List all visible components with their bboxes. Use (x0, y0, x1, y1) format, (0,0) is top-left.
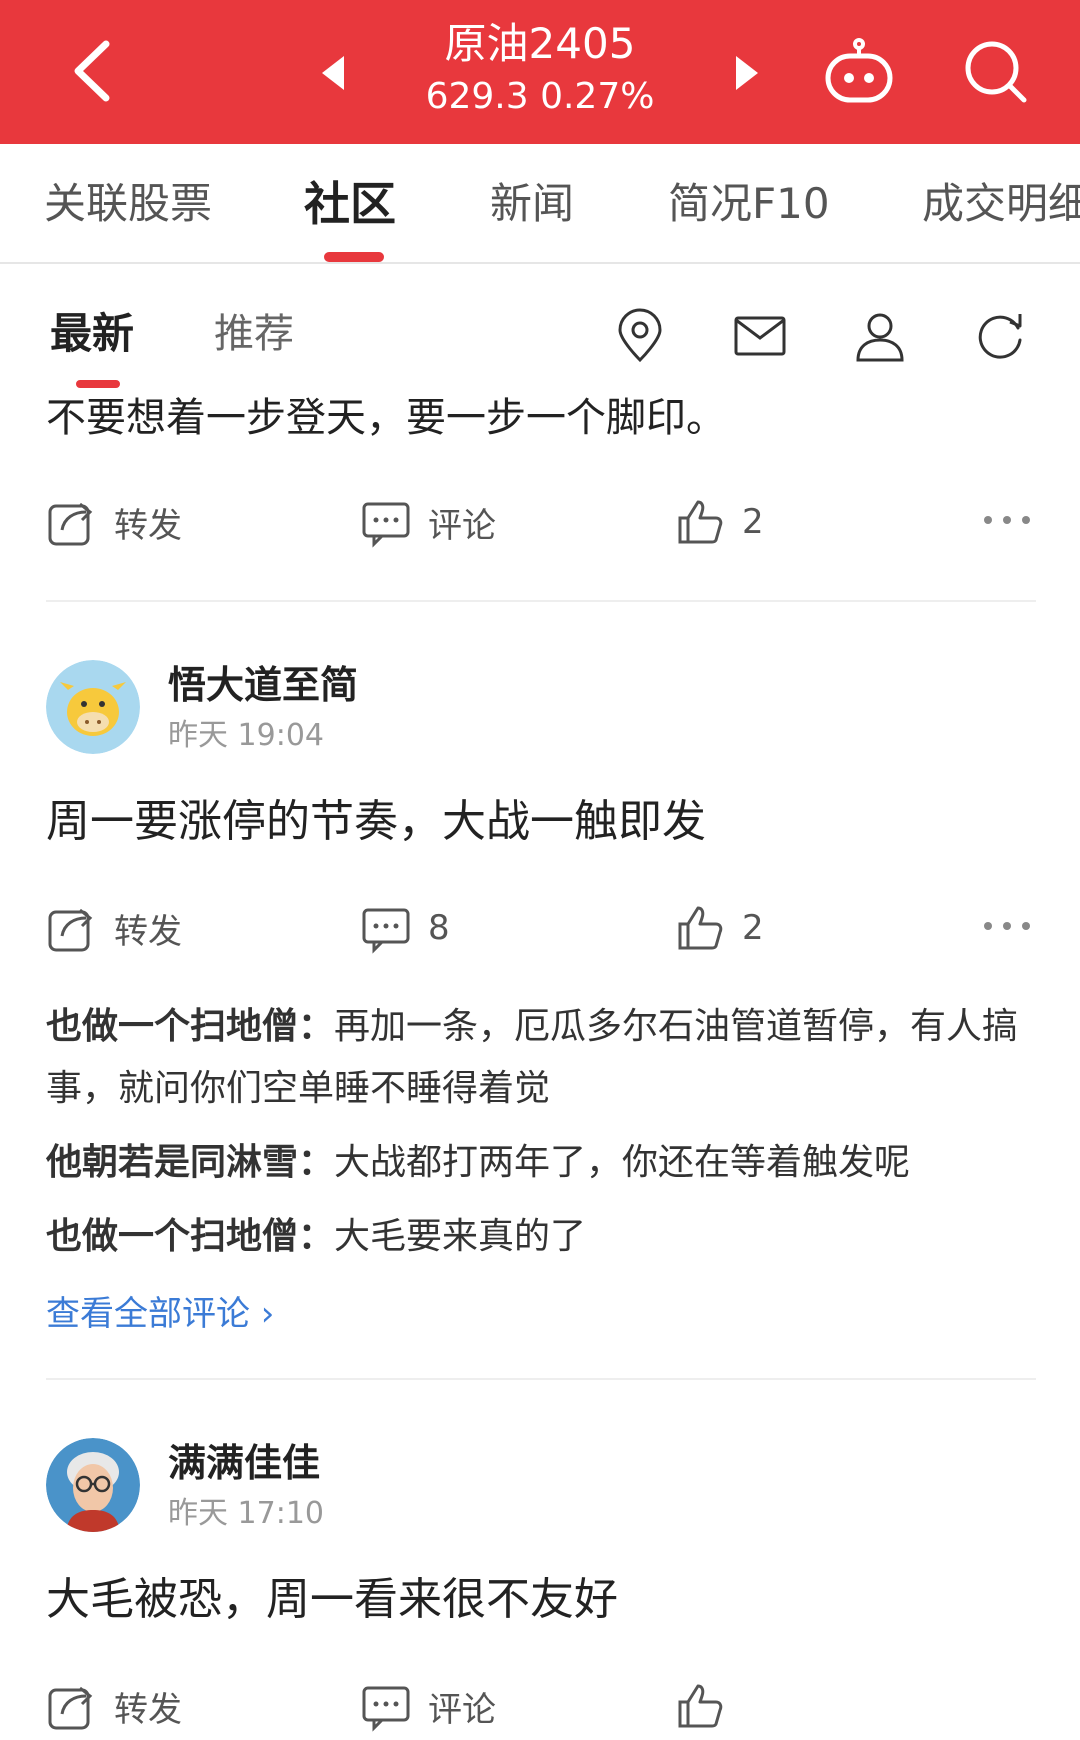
post-action-bar: 转发 评论 (0, 1676, 1080, 1736)
thumbs-up-icon (678, 906, 723, 950)
comment-label: 评论 (428, 505, 496, 546)
thumbs-up-icon (678, 500, 723, 544)
comment-icon (362, 908, 410, 954)
like-button[interactable]: 2 (674, 492, 764, 552)
post-body[interactable]: 周一要涨停的节奏，大战一触即发 (46, 790, 706, 854)
comment-text: 大毛要来真的了 (334, 1216, 587, 1257)
active-subtab-indicator (76, 380, 120, 388)
contract-quote: 629.3 0.27% (425, 76, 655, 117)
comment-label: 评论 (428, 1689, 496, 1730)
share-icon (48, 1686, 93, 1730)
tab-trade-details[interactable]: 成交明细 (922, 174, 1080, 234)
user-profile-icon[interactable] (852, 308, 908, 364)
tab-community[interactable]: 社区 (304, 174, 396, 234)
tab-related-stocks[interactable]: 关联股票 (44, 174, 212, 234)
tab-f10-overview[interactable]: 简况F10 (668, 174, 830, 234)
comment-icon (362, 1686, 410, 1732)
like-count: 2 (742, 908, 764, 948)
contract-title-block: 原油2405 629.3 0.27% (390, 16, 690, 122)
post-action-bar: 转发 评论 2 (0, 492, 1080, 552)
share-button[interactable]: 转发 (46, 1676, 182, 1736)
comment-icon (362, 502, 410, 548)
post-body[interactable]: 大毛被恐，周一看来很不友好 (46, 1568, 618, 1632)
post-action-bar: 转发 8 2 (0, 898, 1080, 958)
post-header: 满满佳佳 昨天 17:10 (46, 1438, 946, 1538)
previous-contract-icon[interactable] (318, 54, 348, 92)
share-icon (48, 502, 93, 546)
main-tab-bar: 关联股票 社区 新闻 简况F10 成交明细 (0, 144, 1080, 264)
share-button[interactable]: 转发 (46, 898, 182, 958)
author-name[interactable]: 满满佳佳 (168, 1438, 320, 1488)
commenter-name[interactable]: 他朝若是同淋雪： (46, 1142, 334, 1183)
share-label: 转发 (114, 505, 182, 546)
robot-assistant-icon[interactable] (822, 36, 896, 108)
top-bar: 原油2405 629.3 0.27% (0, 0, 1080, 144)
subtab-recommend[interactable]: 推荐 (214, 306, 294, 362)
location-pin-icon[interactable] (612, 308, 668, 364)
post-divider (46, 1378, 1036, 1380)
more-options-icon[interactable] (982, 512, 1032, 528)
mail-icon[interactable] (732, 308, 788, 364)
comment-item[interactable]: 也做一个扫地僧：再加一条，厄瓜多尔石油管道暂停，有人搞事，就问你们空单睡不睡得着… (46, 996, 1036, 1120)
share-label: 转发 (114, 911, 182, 952)
like-button[interactable] (674, 1676, 742, 1736)
comment-preview-list: 也做一个扫地僧：再加一条，厄瓜多尔石油管道暂停，有人搞事，就问你们空单睡不睡得着… (46, 996, 1036, 1280)
post-divider (46, 600, 1036, 602)
tab-news[interactable]: 新闻 (490, 174, 574, 234)
share-label: 转发 (114, 1689, 182, 1730)
author-name[interactable]: 悟大道至简 (168, 660, 358, 710)
back-arrow-icon[interactable] (64, 36, 124, 106)
comment-button[interactable]: 8 (360, 898, 450, 958)
active-tab-indicator (324, 252, 384, 262)
post-header: 悟大道至简 昨天 19:04 (46, 660, 946, 760)
search-icon[interactable] (960, 36, 1032, 108)
commenter-name[interactable]: 也做一个扫地僧： (46, 1006, 334, 1047)
post-time: 昨天 17:10 (168, 1496, 324, 1531)
comment-item[interactable]: 也做一个扫地僧：大毛要来真的了 (46, 1206, 1036, 1268)
like-button[interactable]: 2 (674, 898, 764, 958)
contract-title: 原油2405 (444, 19, 636, 68)
comment-button[interactable]: 评论 (360, 492, 496, 552)
next-contract-icon[interactable] (732, 54, 762, 92)
avatar[interactable] (46, 660, 140, 754)
share-button[interactable]: 转发 (46, 492, 182, 552)
more-options-icon[interactable] (982, 918, 1032, 934)
view-all-comments-link[interactable]: 查看全部评论 › (46, 1290, 274, 1338)
like-count: 2 (742, 502, 764, 542)
comment-button[interactable]: 评论 (360, 1676, 496, 1736)
comment-item[interactable]: 他朝若是同淋雪：大战都打两年了，你还在等着触发呢 (46, 1132, 1036, 1194)
comment-count: 8 (428, 908, 450, 948)
post-time: 昨天 19:04 (168, 718, 324, 753)
commenter-name[interactable]: 也做一个扫地僧： (46, 1216, 334, 1257)
share-icon (48, 908, 93, 952)
community-sub-tabs: 最新 推荐 (0, 266, 1080, 396)
avatar[interactable] (46, 1438, 140, 1532)
subtab-latest[interactable]: 最新 (50, 306, 134, 362)
comment-text: 大战都打两年了，你还在等着触发呢 (334, 1142, 911, 1183)
thumbs-up-icon (678, 1684, 723, 1728)
refresh-icon[interactable] (972, 308, 1028, 364)
